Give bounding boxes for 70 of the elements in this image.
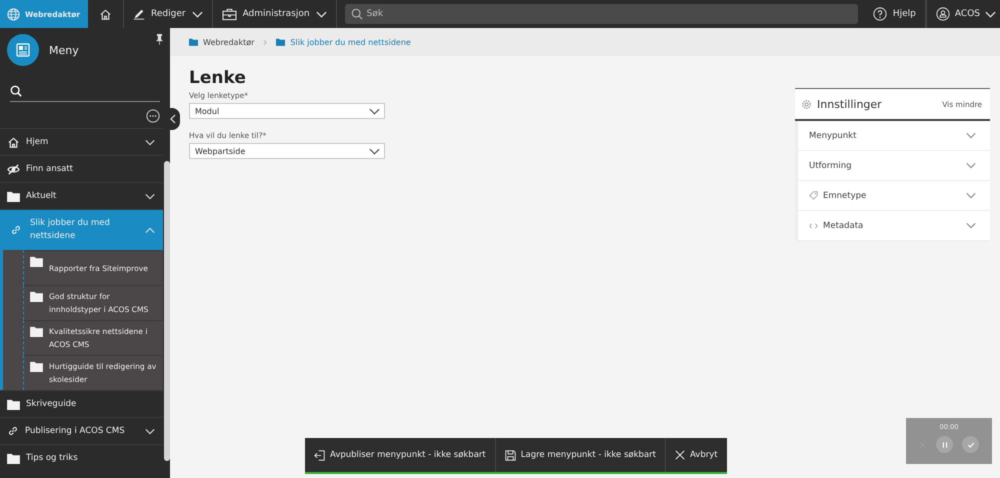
- chevron-down-icon: [369, 148, 380, 154]
- menu-item[interactable]: Skriveguide: [0, 390, 163, 417]
- folder-icon: [30, 256, 43, 267]
- briefcase-icon: [222, 8, 237, 20]
- code-icon: [809, 222, 818, 228]
- chevron-down-icon: [966, 162, 976, 169]
- pause-button[interactable]: [936, 436, 953, 453]
- home-icon: [99, 8, 112, 20]
- more-icon[interactable]: [146, 109, 160, 123]
- settings-icon: [801, 98, 812, 110]
- folder-icon: [7, 190, 20, 202]
- newspaper-icon: [7, 34, 39, 66]
- chevron-down-icon: [966, 192, 976, 199]
- folder-icon: [7, 452, 20, 464]
- chevron-down-icon: [145, 428, 155, 434]
- breadcrumb-link[interactable]: Slik jobber du med nettsidene: [290, 38, 411, 46]
- accordion-section[interactable]: Utforming: [795, 151, 990, 181]
- sidebar-title: Meny: [49, 44, 80, 56]
- dropdown[interactable]: Webpartside: [189, 143, 385, 159]
- search-icon: [350, 8, 363, 20]
- check-icon: [966, 440, 974, 448]
- eye-slash-icon: [7, 162, 20, 176]
- chevron-down-icon: [966, 132, 976, 139]
- chevron-down-icon: [192, 10, 203, 18]
- help-icon: [872, 7, 887, 21]
- breadcrumb-link[interactable]: Webredaktør: [203, 38, 254, 46]
- scrollbar[interactable]: [164, 161, 170, 461]
- menu-item[interactable]: Publisering i ACOS CMS: [0, 417, 163, 444]
- save-button[interactable]: Lagre menypunkt - ikke søkbart: [496, 438, 666, 472]
- cancel-button[interactable]: Avbryt: [666, 438, 727, 472]
- folder-icon: [276, 38, 286, 46]
- page-title: Lenke: [189, 68, 247, 88]
- search-field[interactable]: Søk: [344, 4, 858, 24]
- link-icon: [7, 425, 19, 437]
- menu-item[interactable]: Tips og triks: [0, 444, 163, 471]
- chevron-down-icon: [985, 10, 996, 18]
- chevron-down-icon: [369, 108, 380, 114]
- chevron-up-icon: [145, 226, 155, 234]
- close-icon: [674, 450, 685, 460]
- folder-icon: [189, 38, 198, 46]
- chevron-down-icon: [145, 192, 155, 200]
- menu-item[interactable]: Finn ansatt: [0, 155, 163, 182]
- link-icon: [10, 224, 22, 236]
- exit-icon: [314, 450, 325, 460]
- pin-icon[interactable]: [156, 34, 163, 45]
- accordion-section[interactable]: Emnetype: [795, 181, 990, 211]
- panel-title: Innstillinger: [817, 98, 883, 110]
- user-icon: [936, 7, 950, 21]
- home-icon: [7, 136, 20, 148]
- folder-icon: [7, 398, 20, 410]
- chevron-left-icon: [170, 114, 176, 124]
- tag-icon: [809, 191, 818, 200]
- chevron-right-icon: [263, 38, 268, 46]
- search-icon: [10, 85, 22, 97]
- confirm-button[interactable]: [962, 436, 979, 453]
- unpublish-button[interactable]: Avpubliser menypunkt - ikke søkbart: [305, 438, 496, 472]
- accordion-section[interactable]: Metadata: [795, 211, 990, 241]
- chevron-down-icon: [145, 138, 155, 146]
- accordion-section[interactable]: Menypunkt: [795, 121, 990, 151]
- folder-icon: [30, 326, 43, 337]
- folder-icon: [30, 361, 43, 372]
- dropdown[interactable]: Modul: [189, 103, 385, 119]
- menu-item[interactable]: Hjem: [0, 128, 163, 155]
- save-icon: [504, 450, 516, 460]
- chevron-down-icon: [316, 10, 327, 18]
- folder-icon: [30, 291, 43, 302]
- pencil-icon: [133, 8, 145, 20]
- globe-icon: [7, 8, 20, 20]
- pause-icon: [940, 440, 948, 448]
- chevron-down-icon: [966, 222, 976, 229]
